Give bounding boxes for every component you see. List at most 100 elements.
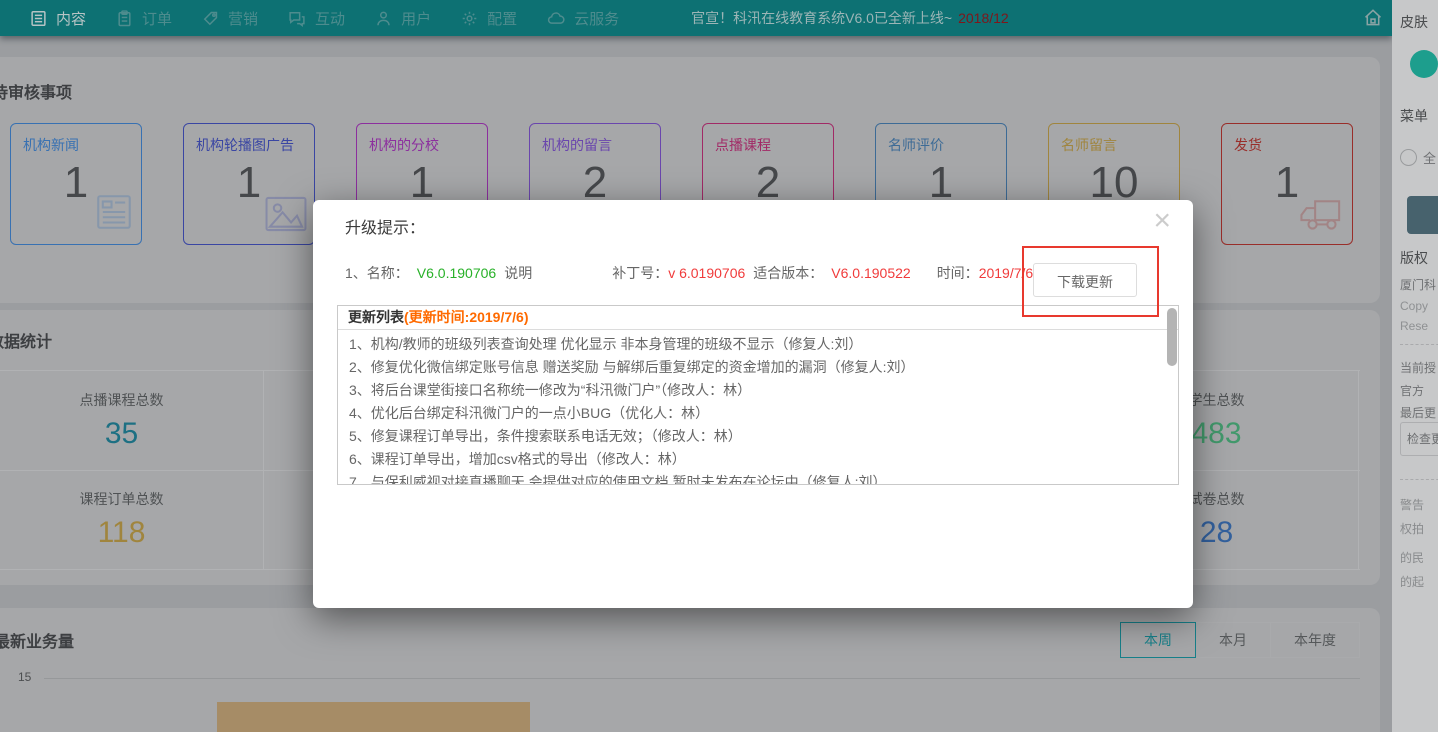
gridline [44, 678, 1360, 679]
chart-bar [217, 702, 530, 732]
update-item: 4、优化后台绑定科汛微门户的一点小BUG（优化人：林） [349, 402, 1162, 425]
news-icon [93, 191, 135, 238]
fit-version-label: 适合版本： [753, 263, 823, 283]
card-org-news[interactable]: 机构新闻 1 [10, 123, 142, 245]
stat-value: 35 [0, 417, 263, 451]
menu-dark-swatch[interactable] [1407, 196, 1438, 234]
card-label: 机构的分校 [369, 135, 439, 155]
upgrade-modal: 升级提示： × 1、名称： V6.0.190706 说明 补丁号： v 6.01… [313, 200, 1193, 608]
card-shipping[interactable]: 发货 1 [1221, 123, 1353, 245]
announcement-date: 2018/12 [958, 10, 1009, 26]
dashboard-page: 内容 订单 营销 互动 用户 [0, 0, 1438, 732]
update-item: 2、修复优化微信绑定账号信息 赠送奖励 与解绑后重复绑定的资金增加的漏洞（修复人… [349, 356, 1162, 379]
nav-item-users[interactable]: 用户 [375, 8, 431, 29]
copyright-label: 版权 [1400, 248, 1428, 268]
stat-course-order-total: 课程订单总数 118 [0, 470, 263, 569]
card-label: 机构的留言 [542, 135, 612, 155]
card-carousel-ads[interactable]: 机构轮播图广告 1 [183, 123, 315, 245]
patch-number-label: 补丁号： [612, 263, 668, 283]
stat-label: 课程订单总数 [0, 489, 263, 509]
announcement: 官宣！科汛在线教育系统V6.0已全新上线~ 2018/12 [691, 8, 1009, 28]
time-label: 时间： [937, 263, 979, 283]
skin-label: 皮肤 [1400, 12, 1428, 32]
tab-this-week[interactable]: 本周 [1120, 622, 1196, 658]
update-item: 6、课程订单导出，增加csv格式的导出（修改人：林） [349, 448, 1162, 471]
warning-line: 权拍 [1400, 520, 1424, 537]
update-list-box: 更新列表(更新时间:2019/7/6) 1、机构/教师的班级列表查询处理 优化显… [337, 305, 1179, 485]
card-label: 点播课程 [715, 135, 771, 155]
clipboard-icon [116, 10, 133, 27]
copyright-line: 厦门科 [1400, 276, 1436, 293]
truck-icon [1298, 197, 1346, 238]
divider [1400, 479, 1438, 480]
nav-item-orders[interactable]: 订单 [116, 8, 172, 29]
nav-label: 配置 [487, 8, 517, 29]
modal-title: 升级提示： [345, 214, 425, 238]
tab-this-year[interactable]: 本年度 [1270, 622, 1360, 658]
patch-number-value: v 6.0190706 [668, 265, 745, 281]
stats-section-title: 数据统计 [0, 328, 52, 352]
cloud-icon [547, 10, 565, 27]
stat-value: 118 [0, 516, 263, 550]
nav-label: 云服务 [574, 8, 619, 29]
stat-label: 点播课程总数 [0, 390, 263, 410]
period-tab-group: 本周 本月 本年度 [1121, 622, 1360, 658]
nav-label: 互动 [315, 8, 345, 29]
business-volume-panel: 最新业务量 本周 本月 本年度 15 [0, 608, 1380, 732]
copyright-line: Copy [1400, 299, 1428, 313]
official-site-line: 官方 [1400, 382, 1424, 399]
skin-settings-drawer: 皮肤 菜单 全 版权 厦门科 Copy Rese 当前授 官方 最后更 检查更新… [1392, 0, 1438, 732]
scrollbar-thumb[interactable] [1167, 308, 1177, 366]
stat-vod-course-total: 点播课程总数 35 [0, 371, 263, 470]
patch-name-suffix: 说明 [504, 263, 532, 283]
update-list-items: 1、机构/教师的班级列表查询处理 优化显示 非本身管理的班级不显示（修复人:刘）… [338, 330, 1178, 485]
nav-item-settings[interactable]: 配置 [461, 8, 517, 29]
divider [263, 371, 264, 569]
pending-section-title: 待审核事项 [0, 79, 72, 103]
user-icon [375, 10, 392, 27]
card-label: 机构轮播图广告 [196, 135, 294, 155]
announcement-text: 官宣！科汛在线教育系统V6.0已全新上线~ [691, 8, 952, 28]
nav-label: 营销 [228, 8, 258, 29]
patch-name-value: V6.0.190706 [417, 265, 496, 281]
home-icon[interactable] [1362, 7, 1384, 34]
update-list-title: 更新列表 [348, 309, 404, 325]
update-list-header: 更新列表(更新时间:2019/7/6) [338, 306, 1178, 330]
nav-label: 内容 [56, 8, 86, 29]
check-update-button[interactable]: 检查更新 [1400, 422, 1438, 456]
skin-color-swatch[interactable] [1410, 50, 1438, 78]
copyright-line: Rese [1400, 319, 1428, 333]
nav-label: 用户 [401, 8, 431, 29]
update-item: 5、修复课程订单导出，条件搜索联系电话无效；（修改人：林） [349, 425, 1162, 448]
nav-item-cloud[interactable]: 云服务 [547, 8, 619, 29]
update-item: 1、机构/教师的班级列表查询处理 优化显示 非本身管理的班级不显示（修复人:刘） [349, 333, 1162, 356]
chat-icon [288, 10, 306, 27]
update-item: 3、将后台课堂街接口名称统一修改为“科汛微门户”（修改人：林） [349, 379, 1162, 402]
tab-this-month[interactable]: 本月 [1195, 622, 1271, 658]
update-list-time: (更新时间:2019/7/6) [404, 309, 528, 325]
close-icon[interactable]: × [1153, 204, 1171, 238]
card-label: 发货 [1234, 135, 1262, 155]
nav-label: 订单 [142, 8, 172, 29]
warning-line: 警告 [1400, 496, 1424, 513]
radio-label: 全 [1423, 148, 1436, 167]
nav-item-interaction[interactable]: 互动 [288, 8, 345, 29]
menu-style-radio[interactable]: 全 [1400, 148, 1436, 167]
card-label: 名师评价 [888, 135, 944, 155]
nav-item-marketing[interactable]: 营销 [202, 8, 258, 29]
business-section-title: 最新业务量 [0, 628, 74, 652]
nav-item-content[interactable]: 内容 [30, 8, 86, 29]
menu-label: 菜单 [1400, 106, 1428, 126]
gear-icon [461, 10, 478, 27]
tag-icon [202, 10, 219, 27]
version-line: 当前授 [1400, 359, 1436, 376]
radio-icon [1400, 149, 1417, 166]
top-nav-bar: 内容 订单 营销 互动 用户 [0, 0, 1392, 36]
y-axis-tick: 15 [18, 670, 31, 684]
last-update-line: 最后更 [1400, 404, 1436, 421]
card-label: 名师留言 [1061, 135, 1117, 155]
patch-info-row: 1、名称： V6.0.190706 说明 补丁号： v 6.0190706 适合… [345, 263, 1033, 283]
divider [1358, 371, 1359, 569]
download-update-button[interactable]: 下载更新 [1033, 263, 1137, 297]
warning-line: 的起 [1400, 573, 1424, 590]
